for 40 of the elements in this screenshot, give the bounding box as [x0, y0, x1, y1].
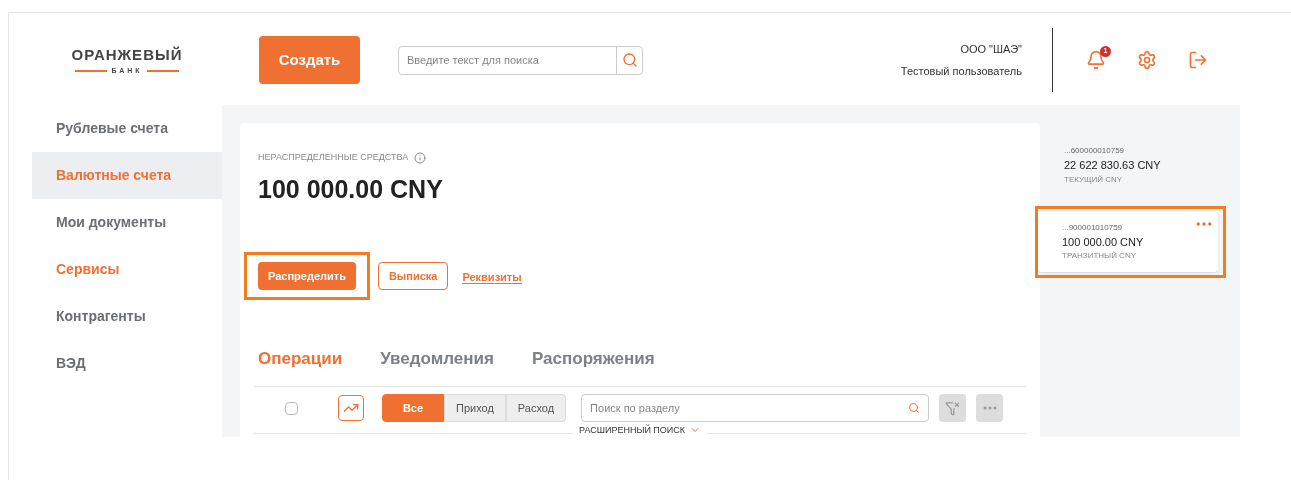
search-input[interactable]: Введите текст для поиска: [399, 46, 616, 74]
distribute-button[interactable]: Распределить: [258, 262, 356, 290]
filter-segment[interactable]: Приход: [444, 394, 506, 422]
sidebar-item[interactable]: Валютные счета: [32, 152, 222, 199]
balance-amount: 100 000.00 CNY: [258, 173, 444, 205]
statement-button[interactable]: Выписка: [377, 262, 449, 290]
user-name: Тестовый пользователь: [900, 64, 1022, 79]
filter-segment[interactable]: Расход: [505, 394, 567, 422]
section-search-field[interactable]: Поиск по разделу: [581, 394, 930, 422]
filter-segment[interactable]: Все: [382, 394, 444, 422]
section-tab[interactable]: Операции: [258, 346, 343, 372]
account-number: ...600000010759: [1064, 145, 1125, 157]
account-number: ...900001010759: [1062, 221, 1123, 234]
select-all-checkbox[interactable]: [285, 401, 298, 415]
notifications-bell-icon[interactable]: [1086, 50, 1106, 70]
account-type: ТЕКУЩИЙ CNY: [1064, 173, 1123, 186]
account-type: ТРАНЗИТНЫЙ CNY: [1062, 250, 1136, 262]
section-tab[interactable]: Уведомления: [380, 346, 494, 372]
more-icon: [982, 406, 997, 410]
balance-label: НЕРАСПРЕДЕЛЕННЫЕ СРЕДСТВА: [258, 151, 409, 164]
chart-toggle-button[interactable]: [338, 395, 364, 421]
account-amount: 22 622 830.63 CNY: [1064, 158, 1161, 173]
account-item[interactable]: ...900001010759 100 000.00 CNY ТРАНЗИТНЫЙ CNY: [1038, 211, 1218, 272]
section-search-input[interactable]: Поиск по разделу: [582, 399, 909, 417]
section-tab[interactable]: Распоряжения: [531, 346, 655, 372]
search-field[interactable]: Введите текст для поиска: [398, 45, 643, 75]
details-link[interactable]: Реквизиты: [462, 271, 522, 284]
account-item[interactable]: ...600000010759 22 622 830.63 CNY ТЕКУЩИЙ CNY: [1040, 135, 1240, 196]
account-amount: 100 000.00 CNY: [1062, 234, 1144, 250]
create-button[interactable]: Создать: [259, 36, 360, 84]
logout-icon[interactable]: [1188, 50, 1208, 70]
company-name: ООО "ШАЭ": [960, 41, 1022, 57]
clear-filter-icon: [945, 400, 961, 416]
advanced-search-toggle[interactable]: РАСШИРЕННЫЙ ПОИСК: [573, 423, 708, 437]
search-icon[interactable]: [621, 52, 638, 68]
info-icon[interactable]: [414, 151, 427, 164]
search-icon[interactable]: [908, 402, 921, 414]
clear-filter-button[interactable]: [939, 394, 967, 422]
more-button[interactable]: [976, 394, 1004, 422]
settings-icon[interactable]: [1137, 50, 1157, 70]
